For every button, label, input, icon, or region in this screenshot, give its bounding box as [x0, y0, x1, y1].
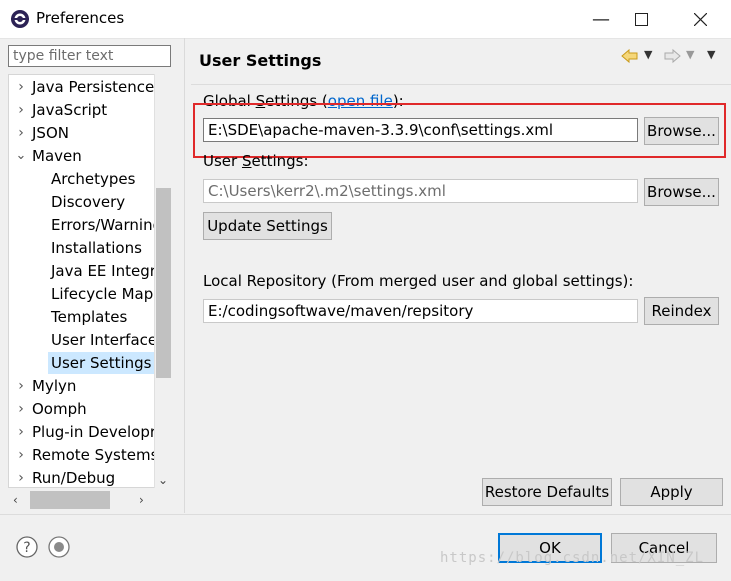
update-settings-button[interactable]: Update Settings — [203, 212, 332, 240]
tree-item[interactable]: Oomph — [32, 398, 87, 420]
maximize-icon — [634, 12, 648, 26]
close-icon — [693, 12, 707, 26]
scroll-left-arrow-icon[interactable]: ‹ — [13, 493, 18, 507]
tree-item[interactable]: Installations — [51, 237, 142, 259]
title-bar: Preferences — — [0, 0, 731, 39]
tree-expand-icon[interactable]: › — [15, 80, 27, 94]
minimize-icon: — — [592, 8, 610, 30]
apply-button[interactable]: Apply — [620, 478, 723, 506]
tree-item[interactable]: Remote Systems — [32, 444, 158, 466]
forward-dropdown-icon[interactable]: ▼ — [686, 48, 694, 61]
tree-item[interactable]: Archetypes — [51, 168, 135, 190]
import-icon[interactable] — [48, 536, 70, 558]
back-dropdown-icon[interactable]: ▼ — [644, 48, 652, 61]
restore-defaults-button[interactable]: Restore Defaults — [482, 478, 612, 506]
close-button[interactable] — [674, 0, 726, 38]
tree-item[interactable]: Templates — [51, 306, 127, 328]
tree-expand-icon[interactable]: › — [15, 379, 27, 393]
user-settings-field[interactable]: C:\Users\kerr2\.m2\settings.xml — [203, 179, 638, 203]
panel-divider[interactable] — [184, 38, 185, 513]
tree-item[interactable]: Java EE Integra — [51, 260, 165, 282]
tree-expand-icon[interactable]: › — [15, 471, 27, 485]
tree-expand-icon[interactable]: › — [15, 448, 27, 462]
eclipse-app-icon — [11, 10, 29, 28]
tree-item[interactable]: JSON — [32, 122, 69, 144]
tree-item[interactable]: Plug-in Developr — [32, 421, 156, 443]
highlight-box — [193, 103, 726, 158]
tree-item[interactable]: Maven — [32, 145, 82, 167]
title-separator — [191, 84, 731, 85]
tree-expand-icon[interactable]: › — [15, 402, 27, 416]
help-icon[interactable]: ? — [16, 536, 38, 558]
forward-arrow-icon[interactable] — [663, 48, 681, 64]
user-settings-label: User Settings: — [203, 152, 309, 170]
view-menu-icon[interactable]: ▼ — [707, 48, 715, 61]
scroll-down-arrow-icon[interactable]: ⌄ — [158, 473, 168, 487]
watermark-text: https://blog.csdn.net/XIN_ZL — [440, 550, 705, 566]
reindex-button[interactable]: Reindex — [644, 297, 719, 325]
window-title: Preferences — [36, 9, 125, 27]
back-arrow-icon[interactable] — [621, 48, 639, 64]
tree-item[interactable]: Run/Debug — [32, 467, 115, 487]
filter-input[interactable] — [8, 45, 171, 67]
tree-vertical-scroll-thumb[interactable] — [156, 188, 171, 378]
tree-expand-icon[interactable]: › — [15, 425, 27, 439]
local-repository-field: E:/codingsoftwave/maven/repsitory — [203, 299, 638, 323]
tree-item[interactable]: User Settings — [48, 352, 155, 374]
maximize-button[interactable] — [615, 0, 667, 38]
svg-text:?: ? — [23, 540, 30, 556]
tree-item[interactable]: User Interface — [51, 329, 157, 351]
tree-expand-icon[interactable]: › — [15, 103, 27, 117]
tree-item[interactable]: Discovery — [51, 191, 125, 213]
tree-item[interactable]: Lifecycle Mapp — [51, 283, 163, 305]
tree-collapse-icon[interactable]: ⌄ — [15, 149, 27, 162]
preference-tree: › Java Persistence › JavaScript › JSON ⌄ Maven A… — [8, 74, 174, 488]
footer-separator — [0, 514, 731, 515]
local-repository-label: Local Repository (From merged user and g… — [203, 272, 634, 290]
tree-expand-icon[interactable]: › — [15, 126, 27, 140]
user-browse-button[interactable]: Browse... — [644, 178, 719, 206]
tree-item[interactable]: Java Persistence — [32, 76, 154, 98]
tree-item[interactable]: Mylyn — [32, 375, 76, 397]
tree-item[interactable]: Errors/Warning — [51, 214, 162, 236]
scroll-right-arrow-icon[interactable]: › — [139, 493, 144, 507]
tree-item[interactable]: JavaScript — [32, 99, 107, 121]
page-title: User Settings — [199, 51, 322, 70]
tree-horizontal-scroll-thumb[interactable] — [30, 491, 110, 509]
